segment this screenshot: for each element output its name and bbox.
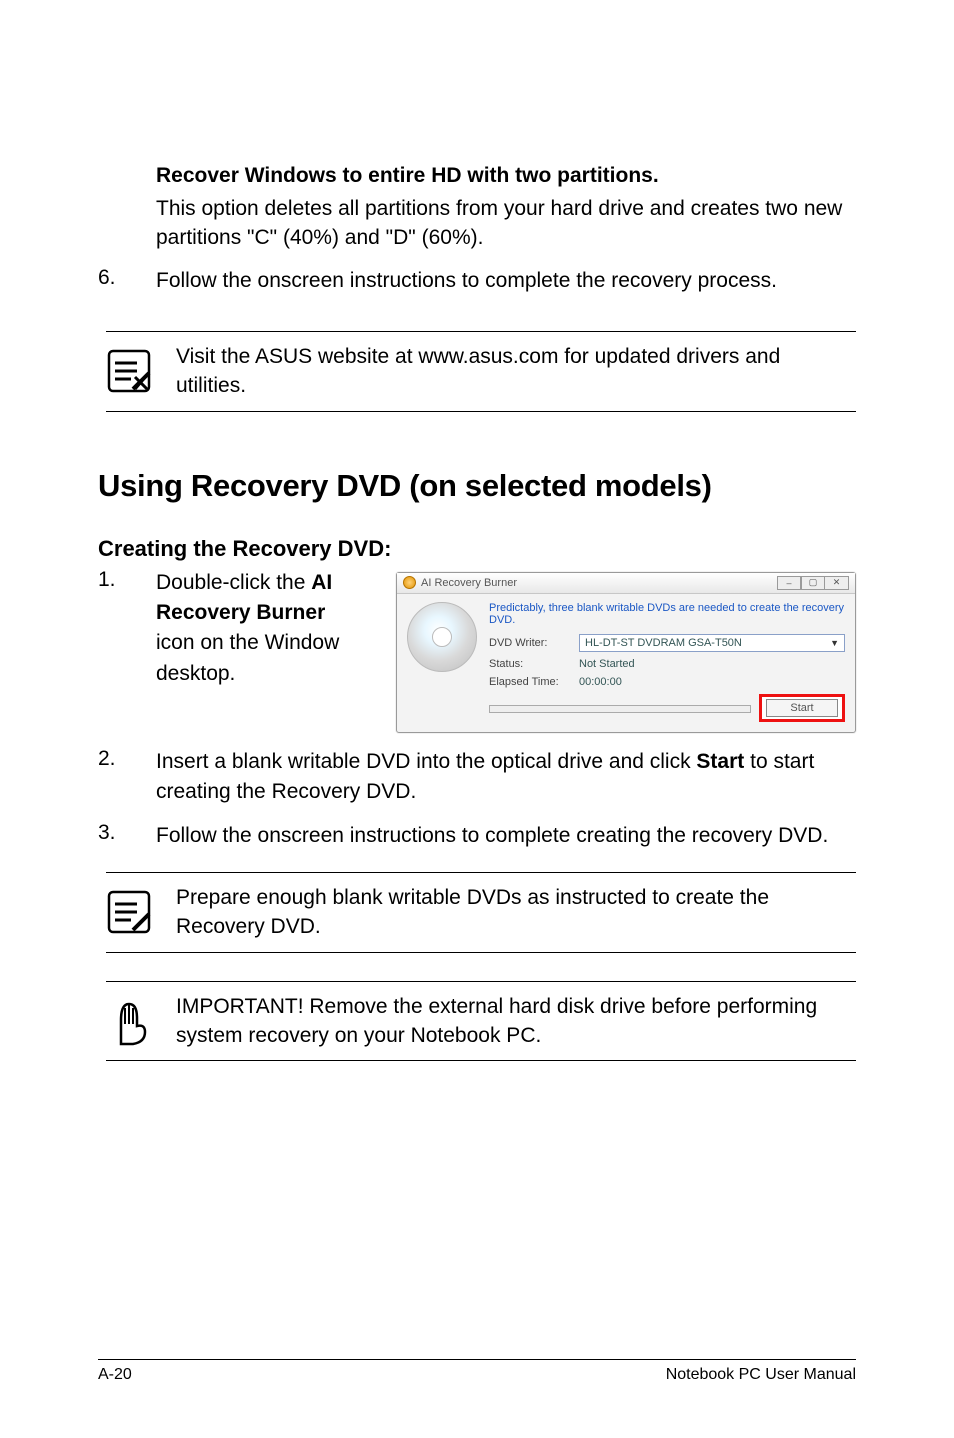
step-1: 1. Double-click the AI Recovery Burner i…	[98, 568, 366, 690]
close-button[interactable]: ✕	[825, 576, 849, 590]
status-value: Not Started	[579, 658, 635, 670]
row-status: Status: Not Started	[489, 658, 845, 670]
fields: Predictably, three blank writable DVDs a…	[489, 602, 845, 722]
maximize-button[interactable]: ▢	[801, 576, 825, 590]
recovery-option-block: Recover Windows to entire HD with two pa…	[98, 160, 856, 252]
manual-page: Recover Windows to entire HD with two pa…	[0, 0, 954, 1438]
note-text: IMPORTANT! Remove the external hard disk…	[176, 992, 850, 1051]
row-writer: DVD Writer: HL-DT-ST DVDRAM GSA-T50N ▼	[489, 634, 845, 652]
note-icon	[106, 889, 152, 935]
note-important: IMPORTANT! Remove the external hard disk…	[106, 981, 856, 1062]
app-icon	[403, 576, 416, 589]
page-footer: A-20 Notebook PC User Manual	[98, 1359, 856, 1384]
step-number: 3.	[98, 821, 126, 851]
note-text: Visit the ASUS website at www.asus.com f…	[176, 342, 850, 401]
start-button[interactable]: Start	[766, 699, 838, 717]
row-start: Start	[489, 694, 845, 722]
text-tail: icon on the Window desktop.	[156, 631, 339, 684]
step-6: 6. Follow the onscreen instructions to c…	[98, 252, 856, 296]
step-text: Insert a blank writable DVD into the opt…	[156, 747, 856, 808]
dvd-writer-select[interactable]: HL-DT-ST DVDRAM GSA-T50N ▼	[579, 634, 845, 652]
minimize-button[interactable]: –	[777, 576, 801, 590]
step-1-row: 1. Double-click the AI Recovery Burner i…	[98, 562, 856, 733]
note-icon	[106, 348, 152, 394]
progress-bar	[489, 705, 751, 713]
label-status: Status:	[489, 658, 571, 670]
note-text: Prepare enough blank writable DVDs as in…	[176, 883, 850, 942]
dvd-writer-value: HL-DT-ST DVDRAM GSA-T50N	[585, 637, 742, 649]
subsection-title: Creating the Recovery DVD:	[98, 536, 856, 562]
step-number: 6.	[98, 266, 126, 296]
step-text: Double-click the AI Recovery Burner icon…	[156, 568, 366, 690]
manual-title: Notebook PC User Manual	[666, 1366, 856, 1384]
caution-hand-icon	[106, 998, 152, 1044]
window-controls: – ▢ ✕	[777, 576, 849, 590]
section-title: Using Recovery DVD (on selected models)	[98, 468, 856, 504]
window-title-text: AI Recovery Burner	[421, 577, 517, 589]
row-elapsed: Elapsed Time: 00:00:00	[489, 676, 845, 688]
label-elapsed: Elapsed Time:	[489, 676, 571, 688]
window-body: Predictably, three blank writable DVDs a…	[397, 594, 855, 732]
disc-image	[407, 602, 477, 672]
option-title: Recover Windows to entire HD with two pa…	[156, 160, 856, 192]
step-text: Follow the onscreen instructions to comp…	[156, 821, 856, 851]
step-2: 2. Insert a blank writable DVD into the …	[98, 733, 856, 808]
text-lead: Double-click the	[156, 571, 311, 594]
chevron-down-icon: ▼	[830, 638, 839, 648]
window-title: AI Recovery Burner	[403, 576, 517, 589]
elapsed-value: 00:00:00	[579, 676, 622, 688]
ai-recovery-burner-window: AI Recovery Burner – ▢ ✕ Predictably, th…	[396, 572, 856, 733]
start-button-highlight: Start	[759, 694, 845, 722]
step-number: 1.	[98, 568, 126, 690]
text-lead: Insert a blank writable DVD into the opt…	[156, 750, 696, 773]
start-button-label: Start	[790, 702, 813, 714]
hint-text: Predictably, three blank writable DVDs a…	[489, 602, 845, 628]
window-titlebar: AI Recovery Burner – ▢ ✕	[397, 573, 855, 594]
note-prepare-dvds: Prepare enough blank writable DVDs as in…	[106, 872, 856, 953]
option-desc: This option deletes all partitions from …	[156, 192, 856, 253]
text-bold: Start	[696, 750, 744, 773]
label-writer: DVD Writer:	[489, 637, 571, 649]
step-text: Follow the onscreen instructions to comp…	[156, 266, 856, 296]
page-number: A-20	[98, 1366, 132, 1384]
step-3: 3. Follow the onscreen instructions to c…	[98, 807, 856, 851]
step-number: 2.	[98, 747, 126, 808]
note-visit-asus: Visit the ASUS website at www.asus.com f…	[106, 331, 856, 412]
